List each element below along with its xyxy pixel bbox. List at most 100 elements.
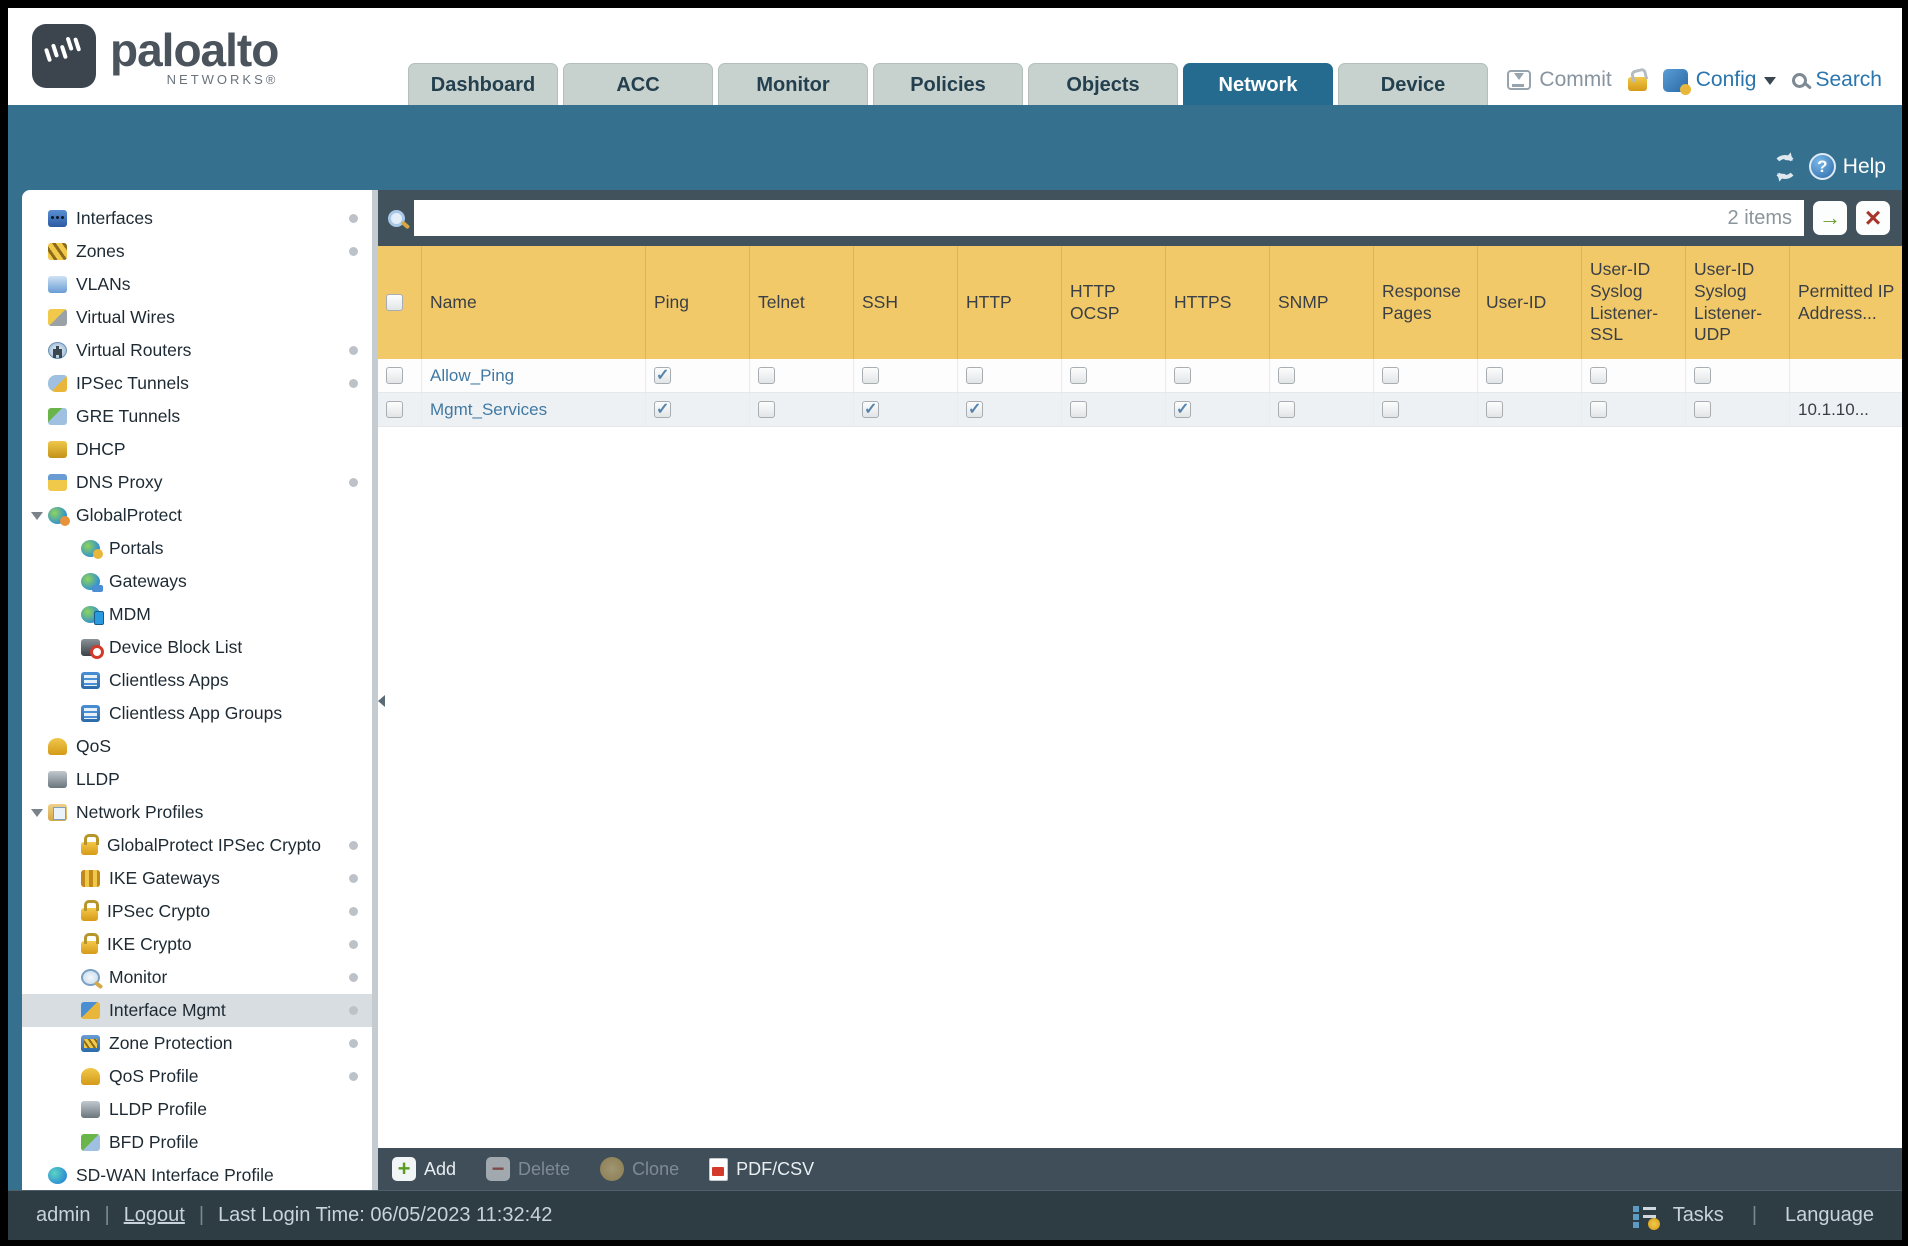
- sidebar-item-ike-gateways[interactable]: IKE Gateways: [22, 862, 372, 895]
- sidebar-item-ipsec-crypto[interactable]: IPSec Crypto: [22, 895, 372, 928]
- tab-device[interactable]: Device: [1338, 63, 1488, 105]
- sidebar-item-network-profiles[interactable]: Network Profiles: [22, 796, 372, 829]
- row-select-checkbox[interactable]: [386, 401, 403, 418]
- column-header-permitted-ip-address[interactable]: Permitted IP Address...: [1790, 246, 1902, 359]
- pdf-csv-button[interactable]: PDF/CSV: [709, 1157, 815, 1181]
- filter-box: 2 items: [414, 200, 1804, 236]
- sidebar-item-dhcp[interactable]: DHCP: [22, 433, 372, 466]
- expander-icon[interactable]: [31, 512, 43, 520]
- column-header-user-id-syslog-listener-udp[interactable]: User-ID Syslog Listener-UDP: [1686, 246, 1790, 359]
- column-header-label: HTTPS: [1174, 291, 1232, 312]
- sidebar-item-label: Clientless Apps: [109, 670, 229, 690]
- column-header-http-ocsp[interactable]: HTTP OCSP: [1062, 246, 1166, 359]
- sidebar-item-lldp-profile[interactable]: LLDP Profile: [22, 1093, 372, 1126]
- tab-dashboard[interactable]: Dashboard: [408, 63, 558, 105]
- column-header-name[interactable]: Name: [422, 246, 646, 359]
- sidebar-item-virtual-wires[interactable]: Virtual Wires: [22, 301, 372, 334]
- apply-filter-button[interactable]: [1813, 201, 1847, 235]
- sidebar-item-ipsec-tunnels[interactable]: IPSec Tunnels: [22, 367, 372, 400]
- unchecked-checkbox: [1278, 367, 1295, 384]
- expander-icon[interactable]: [31, 809, 43, 817]
- sidebar-item-monitor[interactable]: Monitor: [22, 961, 372, 994]
- zone-protection-icon: [81, 1035, 100, 1052]
- tab-network[interactable]: Network: [1183, 63, 1333, 105]
- language-button[interactable]: Language: [1785, 1204, 1874, 1227]
- sidebar-item-qos-profile[interactable]: QoS Profile: [22, 1060, 372, 1093]
- sidebar-item-zone-protection[interactable]: Zone Protection: [22, 1027, 372, 1060]
- column-header-user-id-syslog-listener-ssl[interactable]: User-ID Syslog Listener-SSL: [1582, 246, 1686, 359]
- lldp-icon: [48, 771, 67, 788]
- add-button[interactable]: Add: [392, 1157, 456, 1181]
- column-header-ssh[interactable]: SSH: [854, 246, 958, 359]
- row-select-cell: [378, 359, 422, 392]
- unchecked-checkbox: [966, 367, 983, 384]
- select-all-checkbox[interactable]: [386, 294, 403, 311]
- sidebar-item-ike-crypto[interactable]: IKE Crypto: [22, 928, 372, 961]
- sidebar-item-device-block-list[interactable]: Device Block List: [22, 631, 372, 664]
- row-name-link[interactable]: Allow_Ping: [430, 366, 514, 386]
- lock-icon: [81, 932, 99, 954]
- row-select-checkbox[interactable]: [386, 367, 403, 384]
- interface-mgmt-icon: [81, 1002, 100, 1019]
- sidebar-item-gre-tunnels[interactable]: GRE Tunnels: [22, 400, 372, 433]
- tab-policies[interactable]: Policies: [873, 63, 1023, 105]
- unchecked-checkbox: [1070, 367, 1087, 384]
- sidebar-item-label: GlobalProtect: [76, 505, 183, 525]
- unchecked-checkbox: [1278, 401, 1295, 418]
- sidebar-item-vlans[interactable]: VLANs: [22, 268, 372, 301]
- clear-filter-button[interactable]: [1856, 201, 1890, 235]
- logout-link[interactable]: Logout: [124, 1204, 185, 1227]
- commit-button[interactable]: Commit: [1507, 68, 1612, 92]
- sidebar-item-mdm[interactable]: MDM: [22, 598, 372, 631]
- column-header-telnet[interactable]: Telnet: [750, 246, 854, 359]
- config-button[interactable]: Config: [1662, 68, 1777, 95]
- brand-wordmark: paloalto: [110, 24, 279, 76]
- sidebar-item-lldp[interactable]: LLDP: [22, 763, 372, 796]
- filter-input[interactable]: [414, 200, 1804, 236]
- column-header-snmp[interactable]: SNMP: [1270, 246, 1374, 359]
- response-pages-cell: [1374, 359, 1478, 392]
- tab-acc[interactable]: ACC: [563, 63, 713, 105]
- sidebar-item-globalprotect[interactable]: GlobalProtect: [22, 499, 372, 532]
- clientless-app-groups-icon: [81, 705, 100, 722]
- sidebar-item-qos[interactable]: QoS: [22, 730, 372, 763]
- sidebar-item-label: Clientless App Groups: [109, 703, 283, 723]
- sidebar-item-virtual-routers[interactable]: Virtual Routers: [22, 334, 372, 367]
- checked-checkbox: [966, 399, 983, 419]
- search-label: Search: [1815, 68, 1882, 91]
- sidebar-item-label: Device Block List: [109, 637, 243, 657]
- global-search-button[interactable]: Search: [1792, 68, 1882, 92]
- sidebar-item-zones[interactable]: Zones: [22, 235, 372, 268]
- sidebar-splitter[interactable]: [372, 190, 385, 1190]
- row-name-link[interactable]: Mgmt_Services: [430, 400, 547, 420]
- sidebar-item-portals[interactable]: Portals: [22, 532, 372, 565]
- refresh-icon[interactable]: [1772, 154, 1797, 179]
- sidebar-item-interfaces[interactable]: Interfaces: [22, 202, 372, 235]
- sidebar-item-gateways[interactable]: Gateways: [22, 565, 372, 598]
- column-header-http[interactable]: HTTP: [958, 246, 1062, 359]
- sidebar-item-bfd-profile[interactable]: BFD Profile: [22, 1126, 372, 1159]
- tab-monitor[interactable]: Monitor: [718, 63, 868, 105]
- tasks-button[interactable]: Tasks: [1673, 1204, 1724, 1227]
- unchecked-checkbox: [1486, 401, 1503, 418]
- sidebar-item-clientless-apps[interactable]: Clientless Apps: [22, 664, 372, 697]
- toolbar-button-label: PDF/CSV: [736, 1158, 815, 1179]
- footer-divider: [199, 1204, 204, 1227]
- sidebar-item-interface-mgmt[interactable]: Interface Mgmt: [22, 994, 372, 1027]
- help-button[interactable]: Help: [1808, 153, 1886, 180]
- delete-icon: [486, 1157, 511, 1181]
- column-header-response-pages[interactable]: Response Pages: [1374, 246, 1478, 359]
- column-header-https[interactable]: HTTPS: [1166, 246, 1270, 359]
- gateways-icon: [81, 573, 103, 592]
- column-header-label: Response Pages: [1382, 280, 1461, 323]
- lock-icon[interactable]: [1627, 77, 1647, 91]
- mdm-icon: [81, 606, 104, 625]
- tab-objects[interactable]: Objects: [1028, 63, 1178, 105]
- sidebar-item-label: Monitor: [109, 967, 168, 987]
- column-header-ping[interactable]: Ping: [646, 246, 750, 359]
- sidebar-item-globalprotect-ipsec-crypto[interactable]: GlobalProtect IPSec Crypto: [22, 829, 372, 862]
- column-header-user-id[interactable]: User-ID: [1478, 246, 1582, 359]
- sidebar-item-dns-proxy[interactable]: DNS Proxy: [22, 466, 372, 499]
- sidebar-item-clientless-app-groups[interactable]: Clientless App Groups: [22, 697, 372, 730]
- sidebar-item-sd-wan-interface-profile[interactable]: SD-WAN Interface Profile: [22, 1159, 372, 1190]
